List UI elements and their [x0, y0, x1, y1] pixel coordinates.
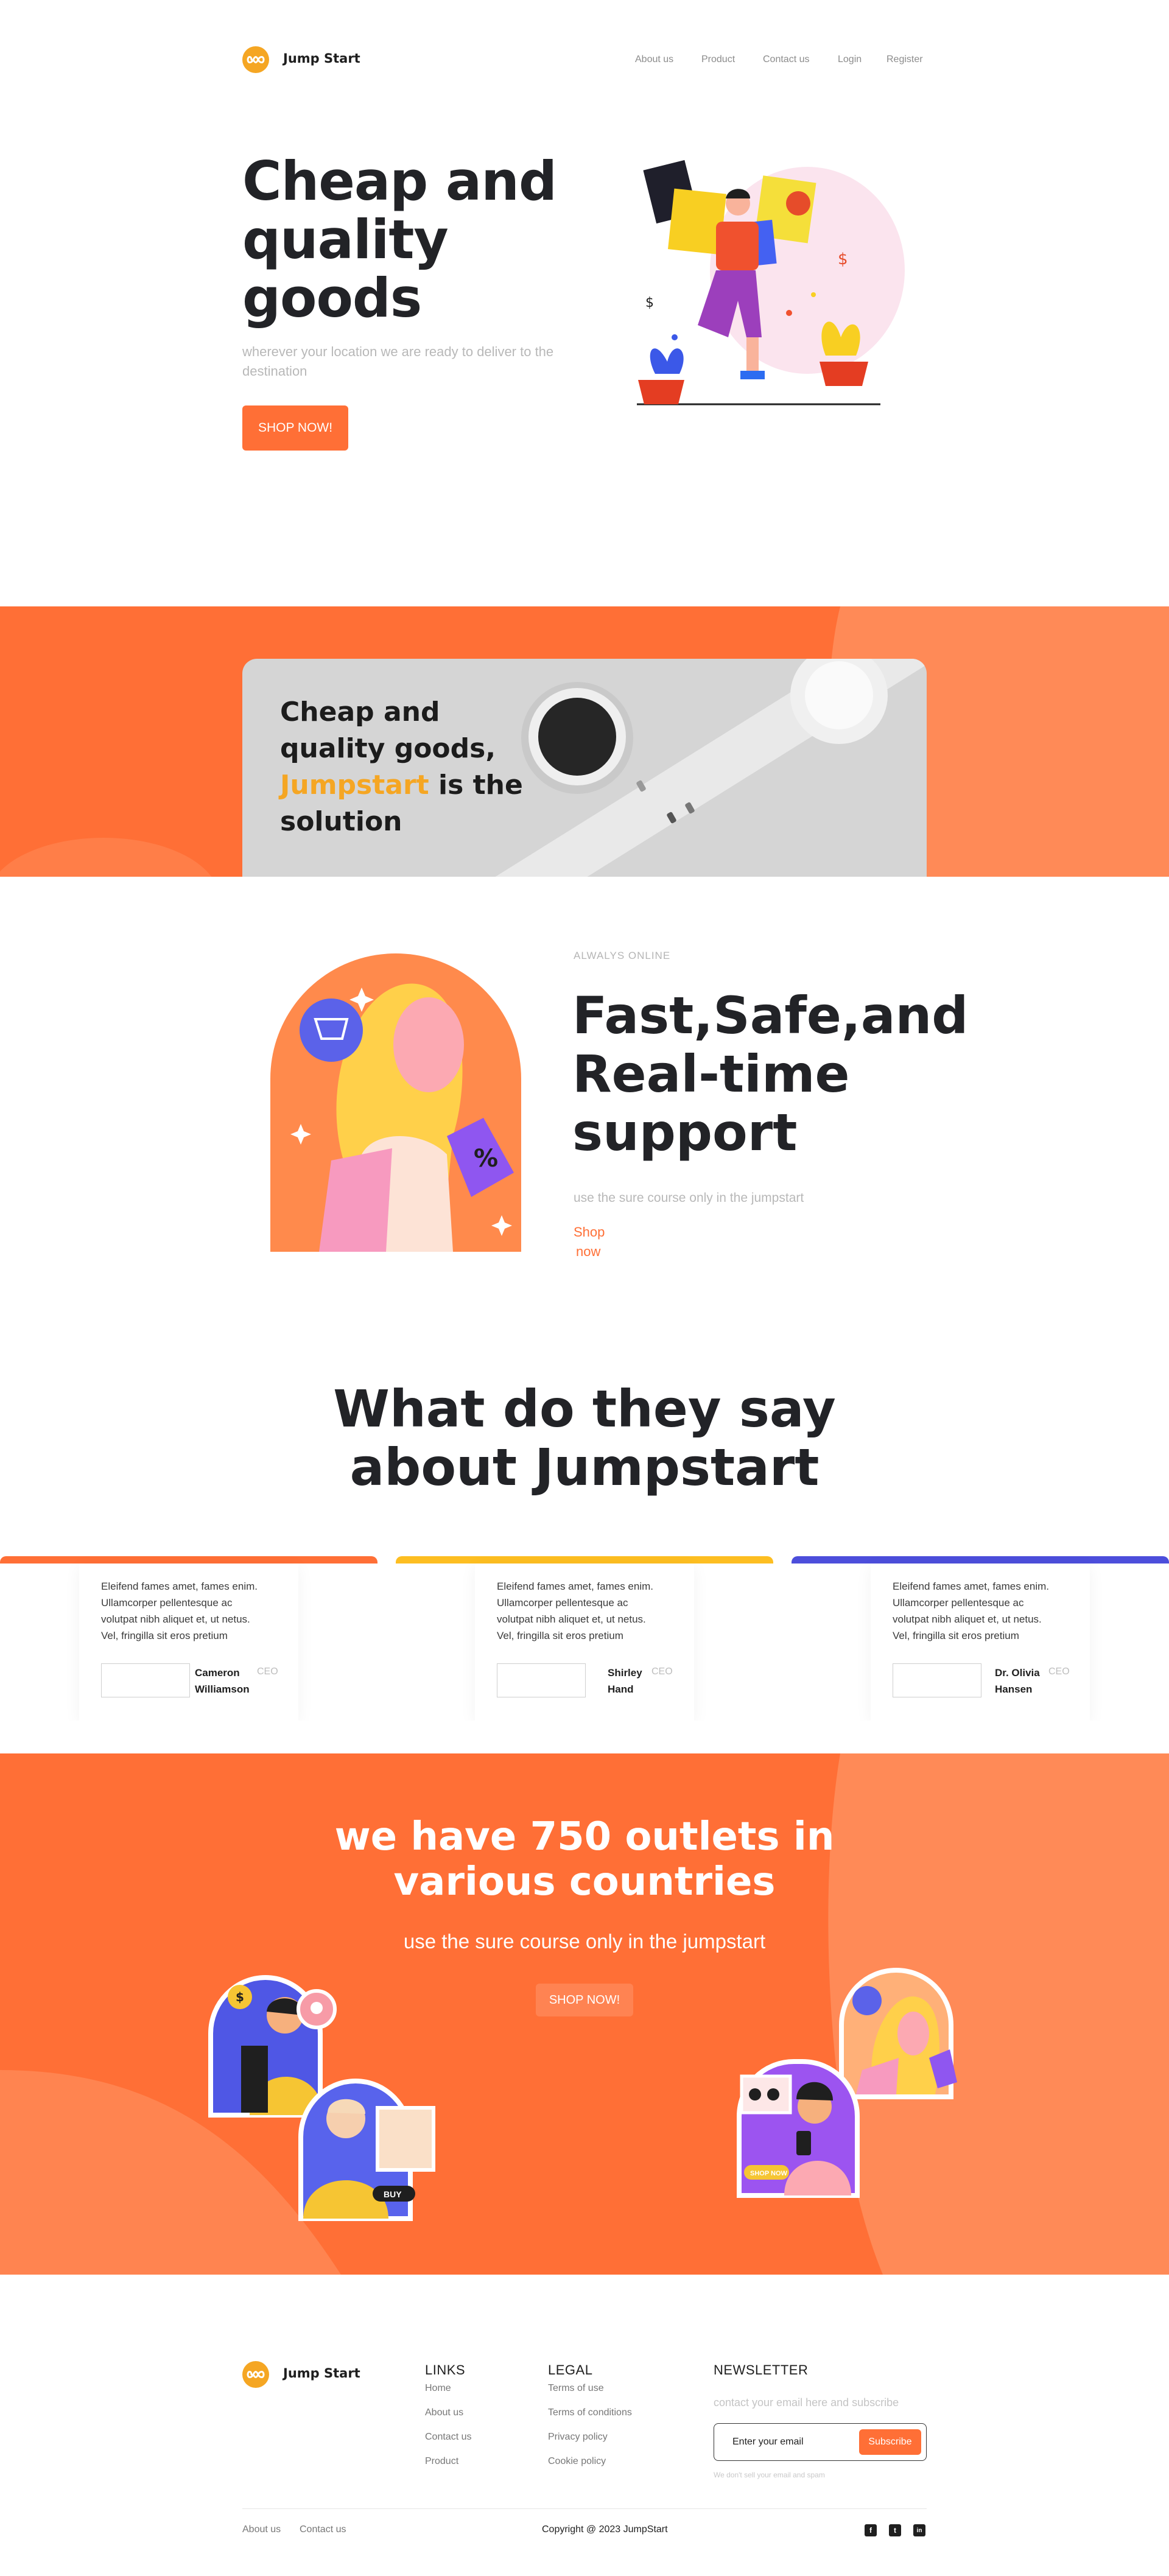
newsletter-text: contact your email here and subscribe	[714, 2396, 899, 2409]
testimonial-accent-bar	[396, 1556, 773, 1563]
promo-headline: Cheap and quality goods, Jumpstart is th…	[280, 697, 523, 837]
shopping-girl-illustration: $ $	[631, 155, 905, 410]
footer-privacy-policy[interactable]: Privacy policy	[548, 2432, 608, 2443]
nav-about[interactable]: About us	[635, 54, 673, 65]
testimonial-role: CEO	[257, 1666, 278, 1677]
avatar	[893, 1663, 981, 1697]
testimonials-title: What do they say about Jumpstart	[333, 1379, 836, 1497]
avatar	[101, 1663, 190, 1697]
testimonial-name: Shirley Hand	[608, 1667, 642, 1695]
brand-name[interactable]: Jump Start	[283, 51, 360, 66]
feature-subtitle: use the sure course only in the jumpstar…	[574, 1191, 804, 1205]
testimonial-card-3: Eleifend fames amet, fames enim. Ullamcor…	[792, 1556, 1169, 1721]
location-pin-icon	[292, 1985, 341, 2034]
links-heading: LINKS	[425, 2362, 466, 2378]
buy-label: BUY	[384, 2189, 402, 2199]
hero-shop-now-button[interactable]: SHOP NOW!	[242, 405, 348, 451]
watch-promo-card: Cheap and quality goods, Jumpstart is th…	[242, 659, 927, 877]
testimonial-quote: Eleifend fames amet, fames enim. Ullamcor…	[101, 1581, 258, 1641]
footer-logo[interactable]	[242, 2361, 269, 2388]
logo-icon	[242, 46, 269, 73]
footer-terms-of-conditions[interactable]: Terms of conditions	[548, 2407, 632, 2418]
testimonial-name: Dr. Olivia Hansen	[995, 1667, 1040, 1695]
testimonial-quote: Eleifend fames amet, fames enim. Ullamcor…	[497, 1581, 654, 1641]
testimonial-quote: Eleifend fames amet, fames enim. Ullamcor…	[893, 1581, 1050, 1641]
main-nav: About us Product Contact us Login Regist…	[633, 54, 925, 68]
card-payment-sticker: BUY	[297, 2076, 437, 2222]
footer-cookie-policy[interactable]: Cookie policy	[548, 2456, 606, 2467]
testimonial-role: CEO	[1048, 1666, 1070, 1677]
testimonial-accent-bar	[0, 1556, 377, 1563]
testimonial-card-2: Eleifend fames amet, fames enim. Ullamcor…	[396, 1556, 773, 1721]
twitter-icon[interactable]: t	[889, 2524, 901, 2536]
hero-title: Cheap and quality goods	[242, 150, 557, 329]
testimonial-name: Cameron Williamson	[195, 1667, 250, 1695]
outlets-shop-now-button[interactable]: SHOP NOW!	[536, 1984, 633, 2016]
promo-band: Cheap and quality goods, Jumpstart is th…	[0, 606, 1169, 877]
outlets-subtitle: use the sure course only in the jumpstar…	[403, 1930, 766, 1953]
phone-shopper-sticker: SHOP NOW	[735, 2058, 871, 2199]
footer-brand-name: Jump Start	[283, 2366, 360, 2381]
feature-eyebrow: ALWALYS ONLINE	[574, 950, 671, 961]
testimonial-role: CEO	[651, 1666, 673, 1677]
bottom-link-contact[interactable]: Contact us	[300, 2524, 346, 2535]
footer-link-home[interactable]: Home	[425, 2383, 451, 2394]
outlets-title: we have 750 outlets in various countries	[334, 1814, 835, 1904]
facebook-icon[interactable]: f	[865, 2524, 877, 2536]
shop-now-label: SHOP NOW	[750, 2170, 788, 2177]
svg-text:$: $	[645, 295, 654, 311]
bottom-link-about[interactable]: About us	[242, 2524, 281, 2535]
newsletter-form: Subscribe	[714, 2423, 927, 2461]
svg-text:$: $	[838, 250, 848, 268]
feature-title: Fast,Safe,and Real-time support	[572, 986, 969, 1162]
footer-divider	[242, 2508, 927, 2509]
promo-highlight: Jumpstart	[280, 770, 429, 801]
newsletter-disclaimer: We don't sell your email and spam	[714, 2471, 825, 2479]
nav-contact[interactable]: Contact us	[763, 54, 809, 65]
outlets-band: we have 750 outlets in various countries…	[0, 1753, 1169, 2275]
logo-icon	[242, 2361, 269, 2388]
testimonial-accent-bar	[792, 1556, 1169, 1563]
testimonial-card-1: Eleifend fames amet, fames enim. Ullamcor…	[0, 1556, 377, 1721]
logo[interactable]	[242, 46, 269, 73]
shop-now-link[interactable]: Shop now	[574, 1223, 605, 1262]
svg-text:%: %	[474, 1145, 498, 1173]
svg-text:$: $	[236, 1990, 244, 2004]
avatar	[497, 1663, 586, 1697]
footer-link-product[interactable]: Product	[425, 2456, 458, 2467]
nav-register[interactable]: Register	[886, 54, 923, 65]
copyright: Copyright @ 2023 JumpStart	[542, 2524, 668, 2535]
support-illustration: %	[270, 953, 521, 1252]
nav-login[interactable]: Login	[838, 54, 862, 65]
legal-heading: LEGAL	[548, 2362, 593, 2378]
hero-subtitle: wherever your location we are ready to d…	[242, 344, 554, 379]
linkedin-icon[interactable]: in	[913, 2524, 925, 2536]
nav-product[interactable]: Product	[701, 54, 735, 65]
smartwatch-image	[482, 659, 927, 877]
email-input[interactable]	[732, 2435, 842, 2449]
footer-link-contact[interactable]: Contact us	[425, 2432, 471, 2443]
footer-link-about[interactable]: About us	[425, 2407, 463, 2418]
footer-terms-of-use[interactable]: Terms of use	[548, 2383, 604, 2394]
newsletter-heading: NEWSLETTER	[714, 2362, 809, 2378]
subscribe-button[interactable]: Subscribe	[859, 2429, 921, 2455]
